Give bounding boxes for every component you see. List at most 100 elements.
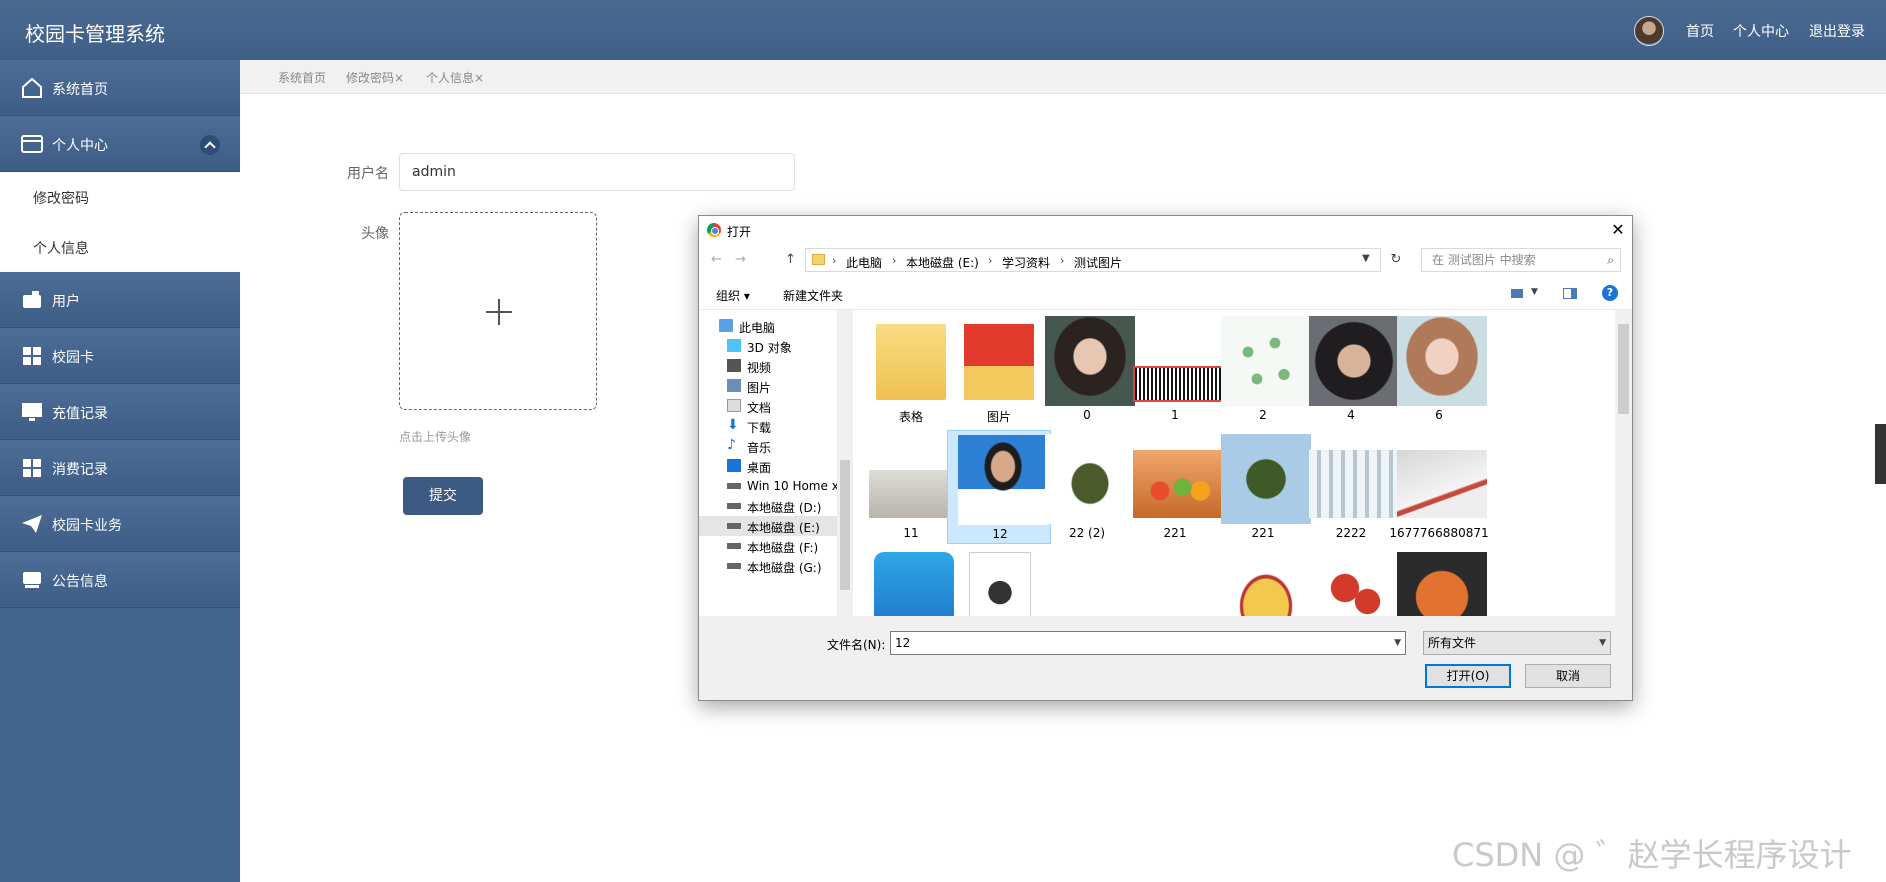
- close-button[interactable]: ✕: [1607, 219, 1629, 241]
- file-tile[interactable]: 1677766880871: [1387, 430, 1491, 544]
- sidebar-item-card-business[interactable]: 校园卡业务: [0, 496, 240, 552]
- sidebar-item-campus-card[interactable]: 校园卡: [0, 328, 240, 384]
- sidebar-item-recharge[interactable]: 充值记录: [0, 384, 240, 440]
- forward-icon[interactable]: →: [735, 252, 746, 267]
- tab-change-password[interactable]: 修改密码×: [346, 69, 404, 86]
- watermark: CSDN @ ゛赵学长程序设计: [1452, 836, 1852, 874]
- app-icon: [874, 552, 954, 616]
- drive-icon: [727, 503, 741, 509]
- avatar-label: 头像: [361, 226, 389, 242]
- image-thumbnail: [1397, 316, 1487, 406]
- image-thumbnail: [1045, 434, 1135, 524]
- personal-center-link[interactable]: 个人中心: [1733, 21, 1789, 41]
- address-bar[interactable]: › 此电脑 › 本地磁盘 (E:) › 学习资料 › 测试图片 ▼: [805, 248, 1381, 272]
- app-title: 校园卡管理系统: [25, 22, 165, 46]
- logout-link[interactable]: 退出登录: [1809, 21, 1865, 41]
- sidebar-item-personal-center[interactable]: 个人中心: [0, 116, 240, 172]
- scrollbar-thumb[interactable]: [840, 460, 850, 590]
- drive-icon: [727, 563, 741, 569]
- chevron-down-icon[interactable]: ▼: [1394, 632, 1401, 654]
- tree-label: Win 10 Home x: [747, 479, 839, 493]
- up-icon[interactable]: ↑: [785, 252, 796, 267]
- tree-scrollbar[interactable]: [837, 310, 853, 616]
- tree-label: 桌面: [747, 461, 772, 475]
- sidebar-item-change-password[interactable]: 修改密码: [0, 172, 240, 222]
- tree-item-3d-objects[interactable]: 3D 对象: [699, 336, 837, 356]
- help-icon[interactable]: ?: [1602, 285, 1618, 301]
- sidebar: 系统首页 个人中心 修改密码 个人信息 用户 校园卡 充值记录 消费记录 校园卡…: [0, 60, 240, 882]
- sidebar-item-home[interactable]: 系统首页: [0, 60, 240, 116]
- open-button[interactable]: 打开(O): [1425, 664, 1511, 688]
- grid-scrollbar[interactable]: [1615, 310, 1632, 616]
- tree-item-drive-d[interactable]: 本地磁盘 (D:): [699, 496, 837, 516]
- tree-item-drive-f[interactable]: 本地磁盘 (F:): [699, 536, 837, 556]
- dialog-footer: 文件名(N): 12 ▼ 所有文件 ▼ 打开(O) 取消: [699, 616, 1632, 700]
- grid-icon: [23, 347, 41, 365]
- tree-item-this-pc[interactable]: 此电脑: [699, 316, 837, 336]
- wallet-icon: [23, 291, 41, 308]
- download-icon: ⬇: [727, 417, 739, 433]
- home-link[interactable]: 首页: [1686, 21, 1714, 41]
- organize-menu[interactable]: 组织 ▾: [716, 287, 750, 304]
- tree-item-drive-g[interactable]: 本地磁盘 (G:): [699, 556, 837, 576]
- chevron-down-icon[interactable]: ▼: [1362, 253, 1370, 264]
- image-thumbnail: [1397, 552, 1487, 616]
- refresh-icon[interactable]: ↻: [1385, 248, 1407, 272]
- image-thumbnail: [869, 470, 959, 518]
- sidebar-item-users[interactable]: 用户: [0, 272, 240, 328]
- breadcrumb[interactable]: 测试图片: [1074, 254, 1122, 271]
- image-thumbnail: [1221, 552, 1311, 616]
- tree-item-videos[interactable]: 视频: [699, 356, 837, 376]
- username-label: 用户名: [347, 166, 389, 182]
- view-mode-icon[interactable]: [1511, 289, 1523, 298]
- tree-label: 音乐: [747, 441, 772, 455]
- file-tile[interactable]: [1387, 548, 1491, 616]
- file-name: 6: [1435, 408, 1443, 422]
- submit-button[interactable]: 提交: [403, 477, 483, 515]
- dialog-title: 打开: [727, 225, 752, 239]
- username-input[interactable]: admin: [399, 153, 795, 191]
- chevron-up-icon[interactable]: [200, 135, 220, 155]
- cancel-button[interactable]: 取消: [1525, 664, 1611, 688]
- tree-label: 此电脑: [739, 321, 776, 335]
- tree-item-drive-c[interactable]: Win 10 Home x: [699, 476, 839, 496]
- breadcrumb[interactable]: 本地磁盘 (E:): [906, 254, 979, 271]
- chevron-right-icon: ›: [892, 254, 897, 267]
- tab-home[interactable]: 系统首页: [278, 69, 326, 86]
- search-placeholder: 在 测试图片 中搜索: [1432, 253, 1536, 267]
- sidebar-item-announcements[interactable]: 公告信息: [0, 552, 240, 608]
- chevron-down-icon[interactable]: ▼: [1531, 287, 1538, 297]
- tree-item-music[interactable]: ♪ 音乐: [699, 436, 837, 456]
- image-thumbnail: [1045, 316, 1135, 406]
- tree-item-drive-e[interactable]: 本地磁盘 (E:): [699, 516, 837, 536]
- tree-item-downloads[interactable]: ⬇ 下载: [699, 416, 837, 436]
- tree-label: 本地磁盘 (D:): [747, 501, 822, 515]
- scrollbar-thumb[interactable]: [1618, 324, 1629, 414]
- tree-item-pictures[interactable]: 图片: [699, 376, 837, 396]
- new-folder-button[interactable]: 新建文件夹: [783, 287, 843, 304]
- search-input[interactable]: 在 测试图片 中搜索 ⌕: [1421, 248, 1621, 272]
- file-grid: 表格 图片 0 1 2 4 6 11 12 22 (2) 221 221 222…: [853, 310, 1615, 616]
- user-avatar[interactable]: [1634, 16, 1664, 46]
- folder-icon: [876, 324, 946, 400]
- sidebar-item-consumption[interactable]: 消费记录: [0, 440, 240, 496]
- avatar-uploader[interactable]: [399, 212, 597, 410]
- sidebar-item-label: 个人信息: [33, 241, 89, 257]
- preview-pane-icon[interactable]: [1563, 288, 1577, 299]
- breadcrumb[interactable]: 此电脑: [846, 254, 882, 271]
- breadcrumb[interactable]: 学习资料: [1002, 254, 1050, 271]
- filename-label: 文件名(N):: [827, 638, 886, 652]
- back-icon[interactable]: ←: [711, 252, 722, 267]
- side-handle[interactable]: [1875, 424, 1886, 484]
- dialog-titlebar: 打开 ✕: [699, 216, 1632, 244]
- filename-input[interactable]: 12 ▼: [890, 631, 1406, 655]
- sidebar-item-personal-info[interactable]: 个人信息: [0, 222, 240, 272]
- file-type-select[interactable]: 所有文件 ▼: [1423, 631, 1611, 655]
- tree-item-documents[interactable]: 文档: [699, 396, 837, 416]
- sidebar-item-label: 用户: [52, 294, 80, 310]
- file-tile[interactable]: 6: [1387, 312, 1491, 426]
- plus-icon: [498, 299, 500, 325]
- tab-personal-info[interactable]: 个人信息×: [426, 69, 484, 86]
- tree-item-desktop[interactable]: 桌面: [699, 456, 837, 476]
- folder-icon: [812, 254, 825, 265]
